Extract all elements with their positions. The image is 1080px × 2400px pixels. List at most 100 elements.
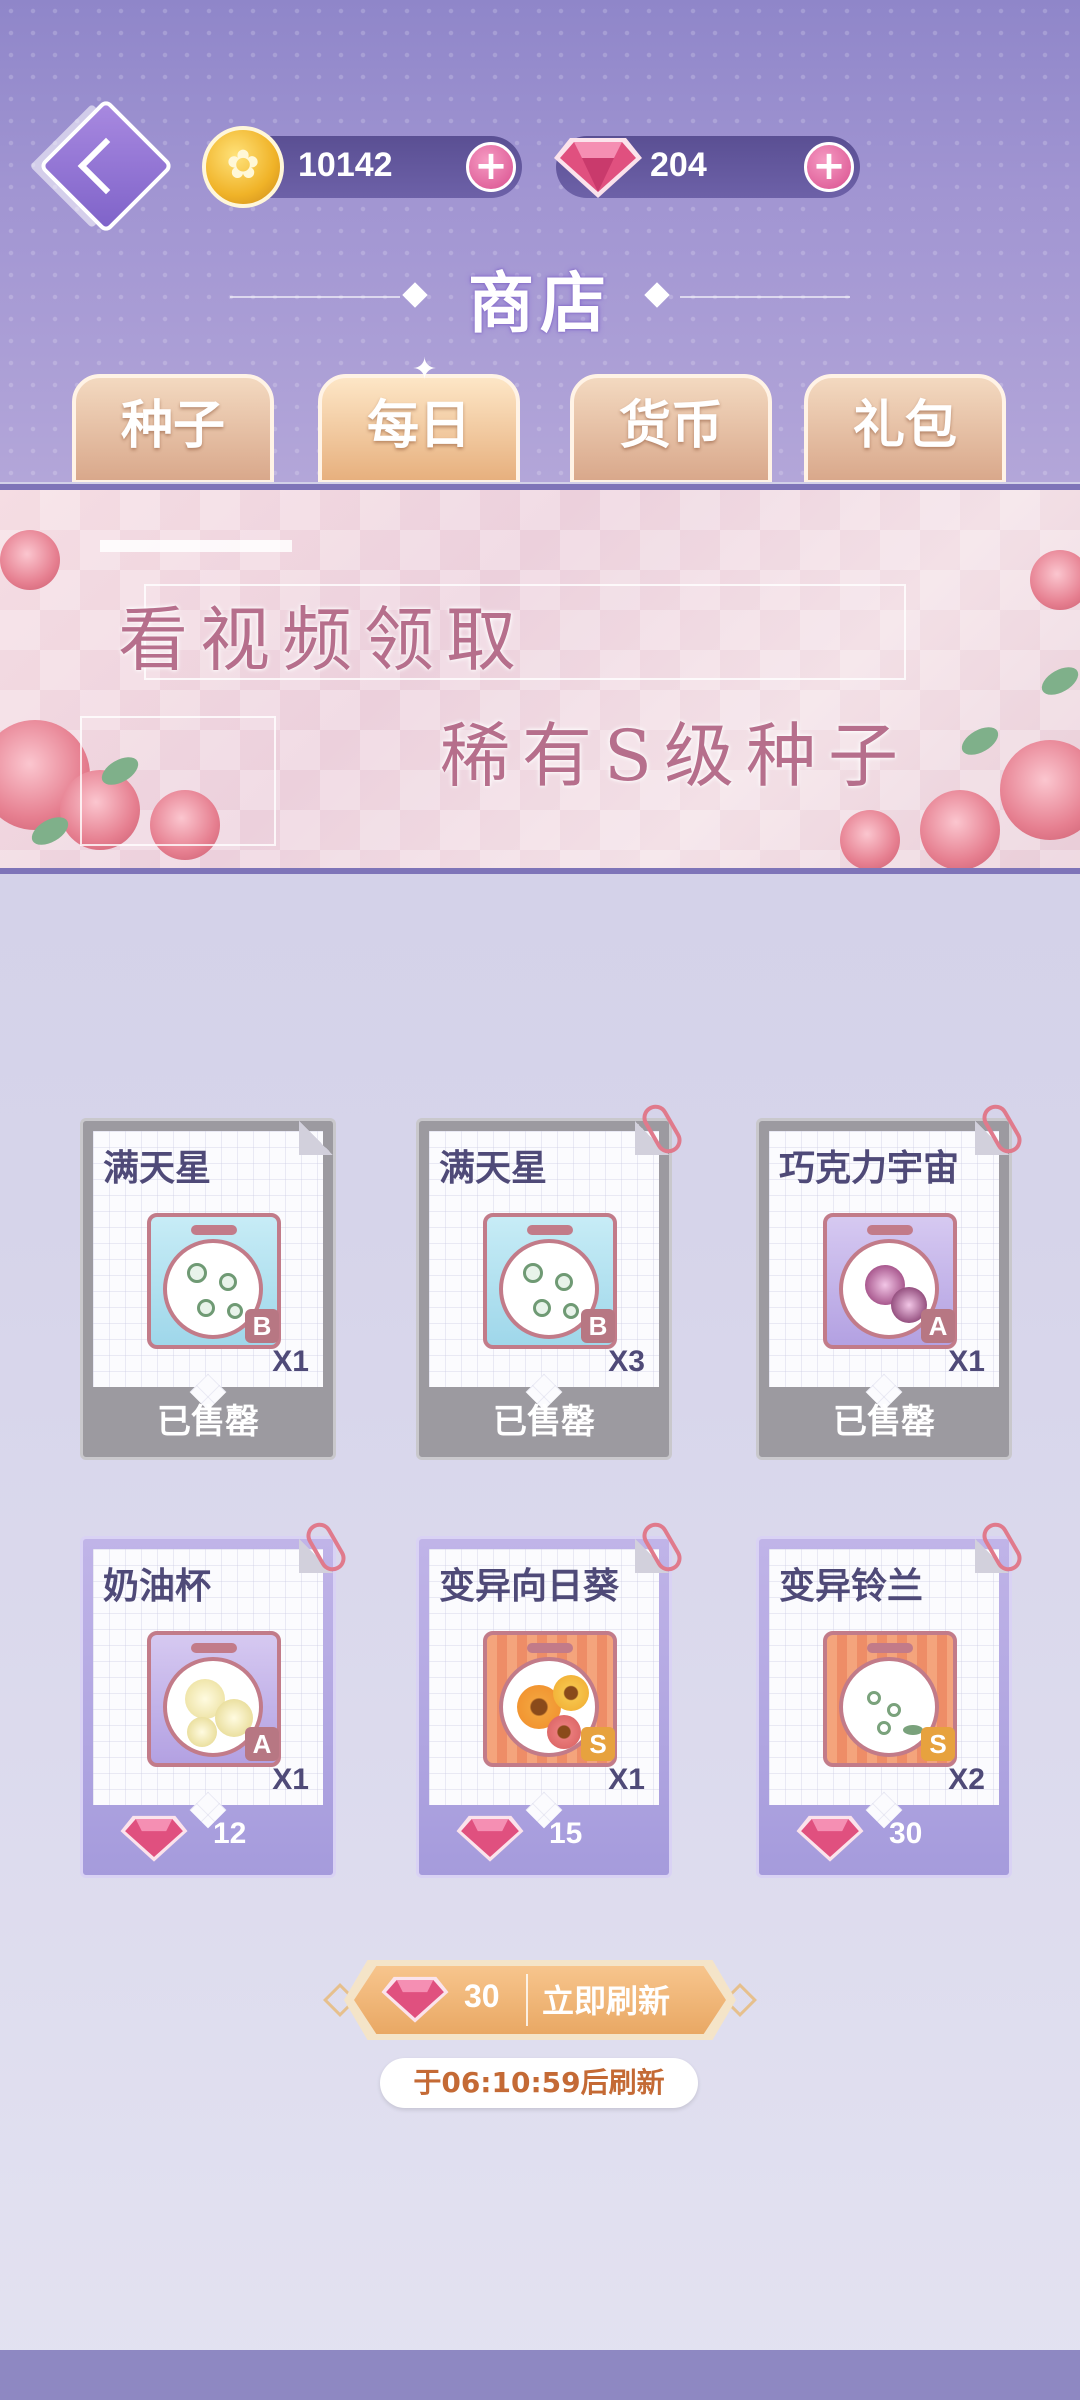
item-quantity: X1 bbox=[948, 1345, 985, 1378]
flower-icon bbox=[187, 1717, 217, 1747]
bottom-bar bbox=[0, 2350, 1080, 2400]
flower-icon bbox=[547, 1715, 581, 1749]
gem-amount: 204 bbox=[650, 146, 707, 184]
seed-bag-icon: B bbox=[483, 1213, 617, 1349]
rose-decoration bbox=[0, 530, 60, 590]
refresh-timer: 于06:10:59后刷新 bbox=[380, 2058, 698, 2108]
title-divider-left bbox=[230, 296, 400, 298]
add-coins-button[interactable]: + bbox=[466, 142, 516, 192]
item-name: 奶油杯 bbox=[103, 1566, 212, 1607]
item-name: 变异向日葵 bbox=[439, 1566, 620, 1607]
chevron-left-icon bbox=[77, 137, 135, 195]
title-ornament-right bbox=[644, 282, 670, 308]
bag-handle bbox=[191, 1643, 237, 1653]
item-quantity: X3 bbox=[608, 1345, 645, 1378]
coin-amount: 10142 bbox=[298, 146, 393, 184]
bag-handle bbox=[191, 1225, 237, 1235]
shop-header: 10142 + 204 + 商店 种子 每日 ✦ 货币 礼包 bbox=[0, 0, 1080, 482]
item-name: 满天星 bbox=[103, 1148, 212, 1189]
sold-out-label: 已售罄 bbox=[157, 1402, 259, 1442]
banner-subheadline: 稀有S级种子 bbox=[440, 715, 910, 797]
watch-video-banner[interactable]: 看视频领取 稀有S级种子 bbox=[0, 484, 1080, 874]
grade-badge: A bbox=[245, 1727, 279, 1761]
seed-bag-icon: B bbox=[147, 1213, 281, 1349]
shop-item-card[interactable]: 满天星 B X3 已售罄 bbox=[416, 1099, 687, 1460]
gem-icon bbox=[120, 1815, 188, 1862]
gem-icon bbox=[796, 1815, 864, 1862]
refresh-label: 立即刷新 bbox=[542, 1982, 671, 2020]
bag-handle bbox=[867, 1643, 913, 1653]
item-name: 巧克力宇宙 bbox=[779, 1148, 960, 1189]
tab-currency[interactable]: 货币 bbox=[570, 374, 772, 482]
flower-icon bbox=[553, 1675, 589, 1711]
flower-icon bbox=[563, 1303, 579, 1319]
tab-daily[interactable]: 每日 bbox=[318, 374, 520, 482]
flower-icon bbox=[555, 1273, 573, 1291]
item-price: 15 bbox=[549, 1817, 583, 1850]
card-face: 奶油杯 A X1 bbox=[93, 1549, 323, 1805]
leaf-icon bbox=[903, 1725, 923, 1735]
bag-handle bbox=[527, 1643, 573, 1653]
shop-item-card[interactable]: 巧克力宇宙 A X1 已售罄 bbox=[756, 1099, 1027, 1460]
grade-badge: S bbox=[581, 1727, 615, 1761]
gem-icon bbox=[456, 1815, 524, 1862]
flower-icon bbox=[197, 1299, 215, 1317]
item-quantity: X1 bbox=[272, 1345, 309, 1378]
seed-bag-icon: S bbox=[823, 1631, 957, 1767]
seed-bag-icon: A bbox=[147, 1631, 281, 1767]
bag-handle bbox=[867, 1225, 913, 1235]
tab-gift-packs[interactable]: 礼包 bbox=[804, 374, 1006, 482]
item-quantity: X2 bbox=[948, 1763, 985, 1796]
banner-accent-bar bbox=[100, 540, 292, 552]
shop-item-card[interactable]: 变异铃兰 S X2 30 bbox=[756, 1517, 1027, 1878]
shop-item-card[interactable]: 满天星 B X1 已售罄 bbox=[80, 1118, 336, 1460]
card-face: 变异向日葵 S X1 bbox=[429, 1549, 659, 1805]
grade-badge: S bbox=[921, 1727, 955, 1761]
item-price: 30 bbox=[889, 1817, 923, 1850]
seed-bag-icon: A bbox=[823, 1213, 957, 1349]
flower-icon bbox=[877, 1721, 891, 1735]
card-fold-corner bbox=[299, 1121, 333, 1155]
flower-icon bbox=[867, 1691, 881, 1705]
page-title: 商店 bbox=[468, 265, 612, 342]
grade-badge: A bbox=[921, 1309, 955, 1343]
shop-item-card[interactable]: 奶油杯 A X1 12 bbox=[80, 1517, 351, 1878]
grade-badge: B bbox=[245, 1309, 279, 1343]
item-quantity: X1 bbox=[272, 1763, 309, 1796]
grade-badge: B bbox=[581, 1309, 615, 1343]
flower-icon bbox=[887, 1703, 901, 1717]
refresh-cost: 30 bbox=[464, 1978, 500, 2014]
coin-icon bbox=[202, 126, 284, 208]
shop-item-card[interactable]: 变异向日葵 S X1 15 bbox=[416, 1517, 687, 1878]
rose-decoration bbox=[840, 810, 900, 868]
add-gems-button[interactable]: + bbox=[804, 142, 854, 192]
banner-headline: 看视频领取 bbox=[118, 599, 528, 681]
seed-bag-icon: S bbox=[483, 1631, 617, 1767]
rose-decoration bbox=[920, 790, 1000, 868]
title-divider-right bbox=[680, 296, 850, 298]
title-ornament-left bbox=[402, 282, 428, 308]
flower-icon bbox=[533, 1299, 551, 1317]
card-face: 巧克力宇宙 A X1 bbox=[769, 1131, 999, 1387]
sold-out-label: 已售罄 bbox=[833, 1402, 935, 1442]
item-price: 12 bbox=[213, 1817, 247, 1850]
back-button[interactable] bbox=[38, 98, 174, 234]
sold-out-label: 已售罄 bbox=[493, 1402, 595, 1442]
flower-icon bbox=[523, 1263, 543, 1283]
flower-icon bbox=[187, 1263, 207, 1283]
item-name: 变异铃兰 bbox=[779, 1566, 924, 1607]
card-face: 满天星 B X3 bbox=[429, 1131, 659, 1387]
gem-icon bbox=[554, 138, 642, 198]
gem-counter: 204 + bbox=[554, 136, 860, 198]
tab-seeds[interactable]: 种子 bbox=[72, 374, 274, 482]
sparkle-icon: ✦ bbox=[412, 352, 438, 387]
divider bbox=[526, 1974, 528, 2026]
gem-icon bbox=[381, 1976, 449, 2023]
coin-counter: 10142 + bbox=[202, 126, 522, 208]
bag-handle bbox=[527, 1225, 573, 1235]
item-name: 满天星 bbox=[439, 1148, 548, 1189]
card-face: 满天星 B X1 bbox=[93, 1131, 323, 1387]
flower-icon bbox=[219, 1273, 237, 1291]
item-quantity: X1 bbox=[608, 1763, 645, 1796]
refresh-now-button[interactable]: 30 立即刷新 bbox=[323, 1960, 757, 2040]
